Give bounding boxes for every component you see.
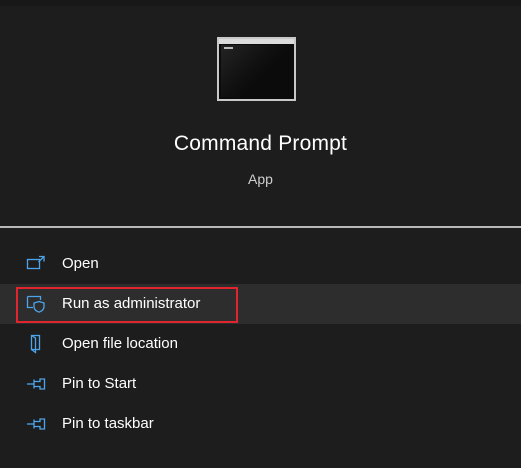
open-window-icon: [26, 254, 46, 274]
app-title: Command Prompt: [173, 132, 348, 155]
pin-icon: [26, 414, 46, 434]
section-divider: [0, 226, 521, 228]
app-actions-list: Open Run as administrator Open file loca: [0, 244, 521, 444]
action-open[interactable]: Open: [0, 244, 521, 284]
command-prompt-icon: [217, 37, 296, 101]
folder-location-icon: [26, 334, 46, 354]
pin-icon: [26, 374, 46, 394]
action-run-as-administrator[interactable]: Run as administrator: [0, 284, 521, 324]
icon-titlebar: [219, 39, 294, 44]
action-label: Open: [62, 255, 99, 272]
action-label: Open file location: [62, 335, 178, 352]
icon-prompt-cursor: [224, 47, 233, 49]
app-header: Command Prompt App: [0, 0, 521, 226]
highlight-annotation-box: [16, 287, 238, 323]
action-open-file-location[interactable]: Open file location: [0, 324, 521, 364]
action-label: Pin to taskbar: [62, 415, 154, 432]
action-pin-to-taskbar[interactable]: Pin to taskbar: [0, 404, 521, 444]
action-label: Pin to Start: [62, 375, 137, 392]
app-type-label: App: [248, 171, 273, 187]
icon-sheen: [221, 45, 292, 97]
start-menu-app-panel: Command Prompt App Open Run as administr…: [0, 0, 521, 468]
action-pin-to-start[interactable]: Pin to Start: [0, 364, 521, 404]
